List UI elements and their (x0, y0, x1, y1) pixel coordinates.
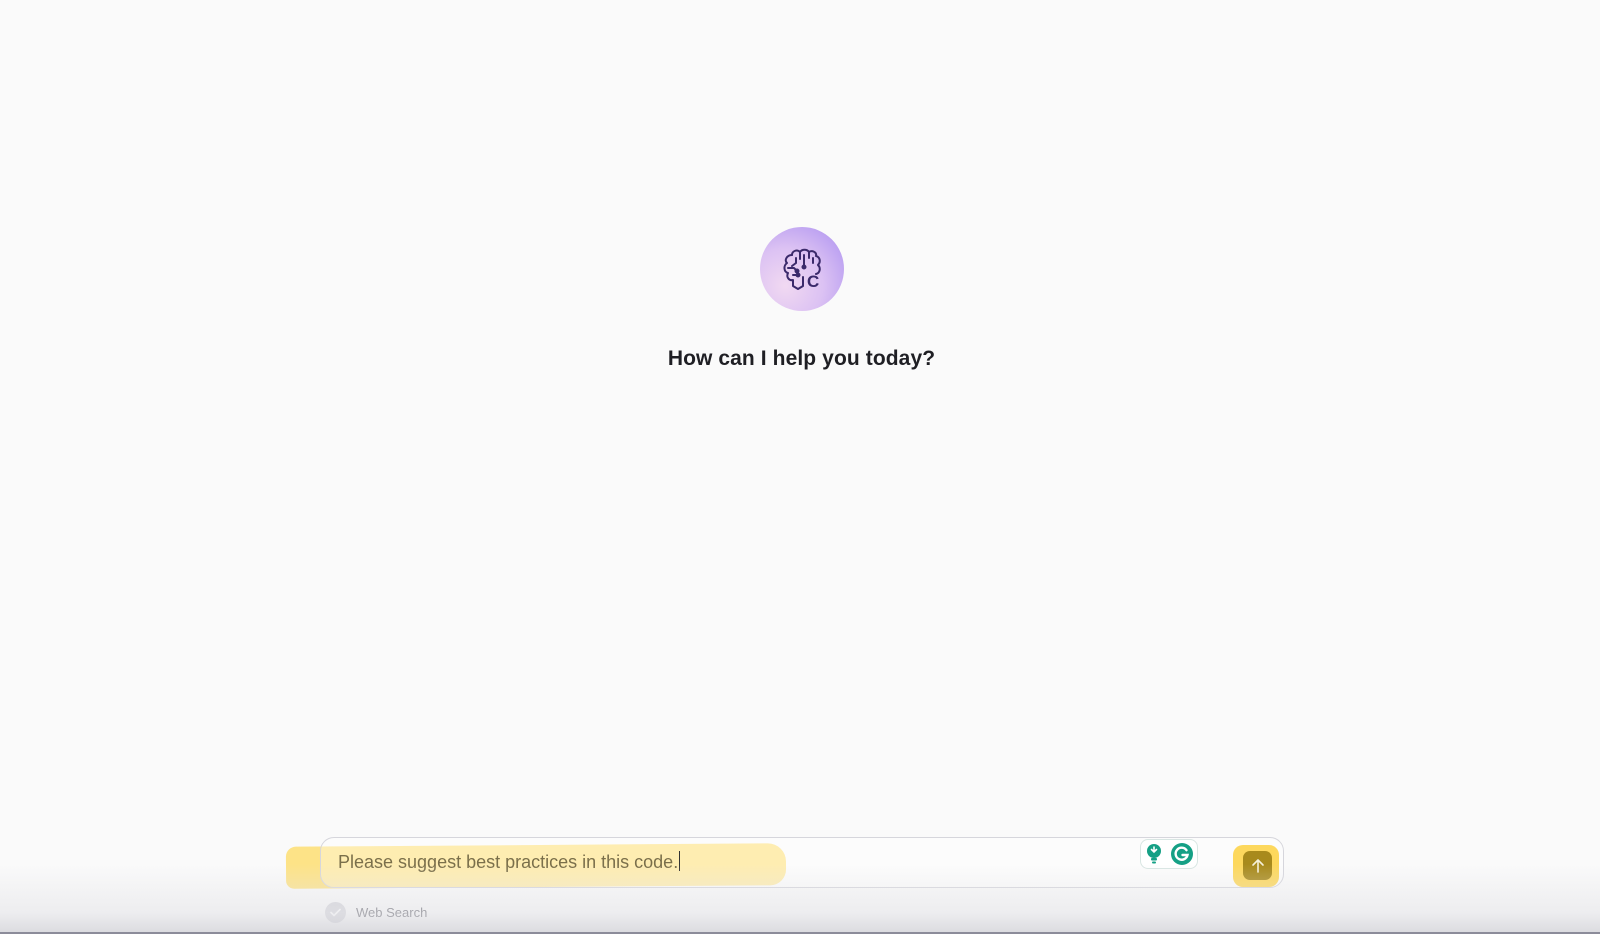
text-caret (679, 851, 681, 871)
message-input-text: Please suggest best practices in this co… (338, 852, 679, 872)
arrow-up-icon (1251, 858, 1264, 873)
web-search-checkbox[interactable] (325, 902, 346, 923)
logo-letter: C (807, 272, 819, 291)
assistant-logo: C (759, 227, 844, 311)
composer-area: Please suggest best practices in this co… (285, 837, 1286, 890)
message-composer[interactable]: Please suggest best practices in this co… (320, 837, 1284, 888)
grammarly-icon[interactable] (1170, 842, 1194, 866)
lightbulb-icon[interactable] (1144, 843, 1164, 865)
welcome-hero: C How can I help you today? (0, 227, 1600, 371)
web-search-label: Web Search (356, 905, 428, 920)
extension-badges[interactable] (1140, 839, 1198, 869)
send-button[interactable] (1243, 851, 1272, 880)
chat-home-page: C How can I help you today? Please sugge… (0, 0, 1600, 934)
message-input[interactable]: Please suggest best practices in this co… (338, 851, 681, 873)
greeting-heading: How can I help you today? (667, 347, 936, 370)
check-icon (330, 908, 341, 917)
web-search-toggle[interactable]: Web Search (325, 902, 427, 923)
brain-circuit-icon: C (783, 248, 821, 291)
